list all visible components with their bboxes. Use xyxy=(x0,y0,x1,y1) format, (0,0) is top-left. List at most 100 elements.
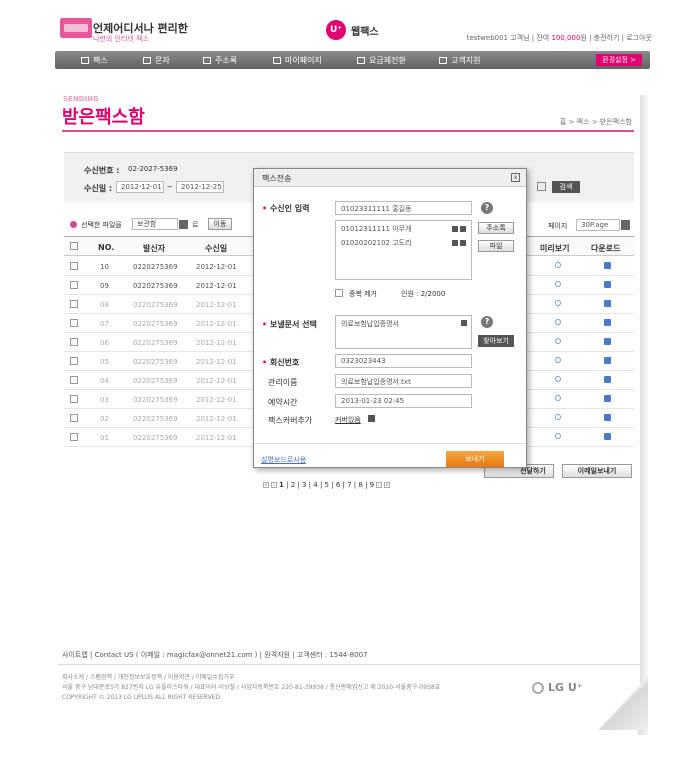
recipient-list[interactable]: 01012311111 아무개 01020202102 고도리 xyxy=(335,220,472,280)
page-size-select[interactable]: 30P.age xyxy=(576,219,620,231)
brand-logo[interactable]: U⁺ 웹팩스 xyxy=(326,20,379,40)
recipient-item[interactable]: 01012311111 아무개 xyxy=(341,224,466,238)
menu-item-address-book[interactable]: 주소록 xyxy=(203,55,237,66)
breadcrumb[interactable]: 홈 > 팩스 > 받은팩스함 xyxy=(560,117,632,127)
preview-icon[interactable] xyxy=(555,300,561,306)
download-icon[interactable] xyxy=(604,281,611,288)
chevron-down-icon[interactable] xyxy=(621,220,630,230)
settings-button[interactable]: 환경설정 > xyxy=(596,54,642,66)
next-page-icon[interactable]: › xyxy=(376,482,383,488)
page-numbers: 1 | 2 | 3 | 4 | 5 | 6 | 7 | 8 | 9 xyxy=(279,481,374,489)
row-date: 2012-12-01 xyxy=(196,434,237,442)
menu-item-mypage[interactable]: 마이페이지 xyxy=(273,55,322,66)
menu-item-label: 고객지원 xyxy=(451,56,481,65)
move-button[interactable]: 이동 xyxy=(208,218,232,230)
preview-icon[interactable] xyxy=(555,357,561,363)
menu-item-plan-change[interactable]: 요금제전환 xyxy=(357,55,406,66)
edit-icon[interactable] xyxy=(452,240,458,246)
manage-name-input[interactable]: 의료보험납입증명서.txt xyxy=(335,374,472,388)
preview-icon[interactable] xyxy=(555,338,561,344)
first-page-icon[interactable]: « xyxy=(263,482,269,488)
doc-select-box[interactable]: 의료보험납입증명서 xyxy=(335,315,472,349)
download-icon[interactable] xyxy=(604,319,611,326)
row-checkbox[interactable] xyxy=(70,395,78,403)
cover-label: 팩스커버추가 xyxy=(268,416,313,425)
help-link[interactable]: 설명보드로사용 xyxy=(261,455,306,465)
cover-checkbox[interactable] xyxy=(368,415,375,422)
close-icon[interactable]: x xyxy=(511,173,520,182)
row-checkbox[interactable] xyxy=(70,433,78,441)
download-icon[interactable] xyxy=(604,433,611,440)
row-checkbox[interactable] xyxy=(70,338,78,346)
file-button[interactable]: 파일 xyxy=(478,240,514,252)
download-icon[interactable] xyxy=(604,357,611,364)
preview-icon[interactable] xyxy=(555,376,561,382)
select-all-checkbox[interactable] xyxy=(70,242,78,250)
doc-select-label: 보낼문서 선택 xyxy=(262,319,317,330)
service-logo[interactable] xyxy=(60,18,92,38)
dedupe-checkbox[interactable] xyxy=(335,289,343,297)
preview-icon[interactable] xyxy=(555,395,561,401)
reply-number-input[interactable]: 0323023443 xyxy=(335,354,472,368)
brand-name: 웹팩스 xyxy=(351,26,379,38)
row-no: 02 xyxy=(100,415,109,423)
delete-icon[interactable] xyxy=(461,320,467,326)
row-no: 09 xyxy=(100,282,109,290)
preview-icon[interactable] xyxy=(555,281,561,287)
reserve-time-input[interactable]: 2013-01-23 02:45 xyxy=(335,394,472,408)
recipient-input[interactable]: 01023311111 홍길동 xyxy=(335,201,472,215)
menu-item-sms[interactable]: 문자 xyxy=(143,55,170,66)
date-from-input[interactable]: 2012-12-01 xyxy=(116,181,164,193)
help-icon[interactable]: ? xyxy=(481,316,493,328)
download-icon[interactable] xyxy=(604,376,611,383)
preview-icon[interactable] xyxy=(555,262,561,268)
page-size-label: 페이지 xyxy=(548,222,568,230)
date-to-input[interactable]: 2012-12-25 xyxy=(176,181,224,193)
download-icon[interactable] xyxy=(604,338,611,345)
menu-item-support[interactable]: 고객지원 xyxy=(439,55,480,66)
menu-item-fax[interactable]: 팩스 xyxy=(81,55,108,66)
user-points: 100,000 xyxy=(551,34,581,42)
row-checkbox[interactable] xyxy=(70,319,78,327)
row-no: 10 xyxy=(100,263,109,271)
row-checkbox[interactable] xyxy=(70,376,78,384)
preview-icon[interactable] xyxy=(555,433,561,439)
chevron-down-icon[interactable] xyxy=(179,220,188,229)
row-checkbox[interactable] xyxy=(70,300,78,308)
browse-button[interactable]: 찾아보기 xyxy=(478,335,514,347)
row-checkbox[interactable] xyxy=(70,281,78,289)
row-date: 2012-12-01 xyxy=(196,377,237,385)
footer-links[interactable]: 사이트맵 | Contact US ( 이메일 : magicfax@onnet… xyxy=(62,650,368,660)
footer-policy-links[interactable]: 회사소개 / 스팸정책 / 개인정보보호정책 / 이용약관 / 이메일수집거부 xyxy=(62,673,440,683)
mypage-icon xyxy=(273,57,281,64)
footer-divider xyxy=(58,664,640,665)
email-send-button[interactable]: 이메일보내기 xyxy=(562,464,632,478)
row-checkbox[interactable] xyxy=(70,262,78,270)
help-icon[interactable]: ? xyxy=(481,202,493,214)
page-number[interactable]: 9 xyxy=(370,481,374,489)
download-icon[interactable] xyxy=(604,414,611,421)
user-links[interactable]: 원 | 충전하기 | 로그아웃 xyxy=(580,34,652,42)
delete-icon[interactable] xyxy=(460,226,466,232)
col-sender: 발신자 xyxy=(143,244,166,253)
action-select[interactable]: 보관함 xyxy=(132,218,178,230)
row-date: 2012-12-01 xyxy=(196,320,237,328)
search-dropdown-arrow[interactable] xyxy=(537,182,546,191)
search-button[interactable]: 검색 xyxy=(552,181,580,193)
footer-company-info: 서울 중구 남대문로5가 827번지 LG 유플러스타워 / 대표이사 이상철 … xyxy=(62,684,441,691)
preview-icon[interactable] xyxy=(555,319,561,325)
download-icon[interactable] xyxy=(604,395,611,402)
send-button[interactable]: 보내기 xyxy=(446,451,504,467)
delete-icon[interactable] xyxy=(460,240,466,246)
download-icon[interactable] xyxy=(604,300,611,307)
row-checkbox[interactable] xyxy=(70,357,78,365)
last-page-icon[interactable]: » xyxy=(384,482,391,488)
download-icon[interactable] xyxy=(604,262,611,269)
preview-icon[interactable] xyxy=(555,414,561,420)
edit-icon[interactable] xyxy=(452,226,458,232)
address-book-button[interactable]: 주소록 xyxy=(478,222,514,234)
cover-option[interactable]: 커버있음 xyxy=(335,415,361,425)
recipient-item[interactable]: 01020202102 고도리 xyxy=(341,238,466,252)
prev-page-icon[interactable]: ‹ xyxy=(271,482,277,488)
row-checkbox[interactable] xyxy=(70,414,78,422)
